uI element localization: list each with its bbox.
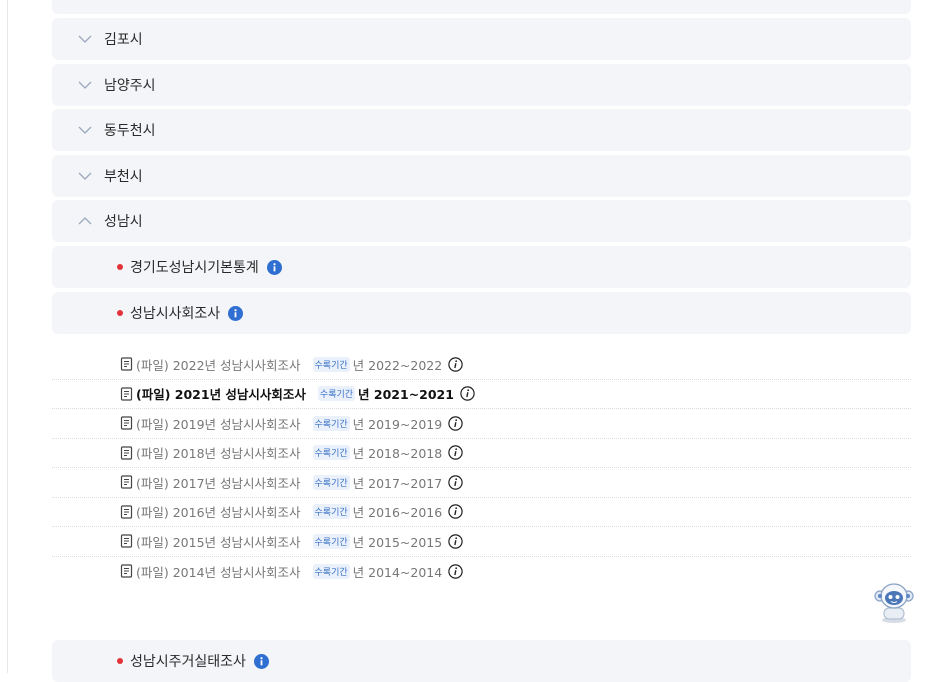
period-badge: 수록기간: [312, 445, 350, 461]
file-title: (파일) 2019년 성남시사회조사: [136, 416, 301, 432]
region-label: 성남시: [104, 214, 143, 230]
file-row[interactable]: (파일) 2015년 성남시사회조사 수록기간 년 2015~2015: [52, 527, 911, 557]
file-title: (파일) 2022년 성남시사회조사: [136, 357, 301, 373]
period-badge: 수록기간: [312, 504, 350, 520]
info-outline-icon[interactable]: [460, 386, 475, 401]
stat-item-social-survey[interactable]: 성남시사회조사: [52, 292, 911, 334]
file-period: 년 2018~2018: [352, 446, 443, 462]
file-period: 년 2022~2022: [352, 357, 443, 373]
file-row[interactable]: (파일) 2022년 성남시사회조사 수록기간 년 2022~2022: [52, 350, 911, 380]
info-outline-icon[interactable]: [448, 416, 463, 431]
stat-label: 성남시사회조사: [130, 306, 221, 322]
info-outline-icon[interactable]: [448, 564, 463, 579]
file-row[interactable]: (파일) 2017년 성남시사회조사 수록기간 년 2017~2017: [52, 468, 911, 498]
file-document-icon: [120, 475, 133, 489]
stat-label: 성남시주거실태조사: [130, 654, 246, 670]
file-row[interactable]: (파일) 2018년 성남시사회조사 수록기간 년 2018~2018: [52, 439, 911, 468]
period-badge: 수록기간: [312, 356, 350, 372]
left-border: [7, 0, 8, 673]
region-label: 남양주시: [104, 78, 156, 94]
file-title: (파일) 2014년 성남시사회조사: [136, 564, 301, 580]
chevron-down-icon: [78, 125, 92, 135]
file-document-icon: [120, 446, 133, 460]
info-outline-icon[interactable]: [448, 504, 463, 519]
bullet-dot: [117, 310, 123, 316]
info-icon[interactable]: [253, 653, 269, 669]
bullet-dot: [117, 264, 123, 270]
chatbot-mascot-icon[interactable]: [866, 582, 922, 624]
region-item-bucheon[interactable]: 부천시: [52, 155, 911, 197]
region-item-dongducheon[interactable]: 동두천시: [52, 109, 911, 151]
region-label: 부천시: [104, 169, 143, 185]
file-period: 년 2015~2015: [352, 534, 443, 550]
file-row-active[interactable]: (파일) 2021년 성남시사회조사 수록기간 년 2021~2021: [52, 380, 911, 409]
chevron-up-icon: [78, 216, 92, 226]
info-outline-icon[interactable]: [448, 534, 463, 549]
period-badge: 수록기간: [312, 415, 350, 431]
stat-label: 경기도성남시기본통계: [130, 260, 259, 276]
info-outline-icon[interactable]: [448, 475, 463, 490]
region-item-seongnam[interactable]: 성남시: [52, 200, 911, 242]
file-title: (파일) 2017년 성남시사회조사: [136, 475, 301, 491]
file-period: 년 2017~2017: [352, 475, 443, 491]
file-list: (파일) 2022년 성남시사회조사 수록기간 년 2022~2022 (파일)…: [52, 350, 911, 586]
chevron-down-icon: [78, 80, 92, 90]
file-period: 년 2016~2016: [352, 505, 443, 521]
file-document-icon: [120, 357, 133, 371]
period-badge: 수록기간: [312, 533, 350, 549]
period-badge: 수록기간: [312, 474, 350, 490]
file-row[interactable]: (파일) 2014년 성남시사회조사 수록기간 년 2014~2014: [52, 557, 911, 587]
file-document-icon: [120, 564, 133, 578]
info-outline-icon[interactable]: [448, 357, 463, 372]
file-title: (파일) 2018년 성남시사회조사: [136, 446, 301, 462]
info-outline-icon[interactable]: [448, 445, 463, 460]
file-period: 년 2019~2019: [352, 416, 443, 432]
region-item-namyangju[interactable]: 남양주시: [52, 64, 911, 106]
file-row[interactable]: (파일) 2019년 성남시사회조사 수록기간 년 2019~2019: [52, 409, 911, 439]
file-period: 년 2021~2021: [358, 387, 454, 403]
chevron-down-icon: [78, 34, 92, 44]
chevron-down-icon: [78, 171, 92, 181]
region-item-gimpo[interactable]: 김포시: [52, 18, 911, 60]
file-title: (파일) 2016년 성남시사회조사: [136, 505, 301, 521]
file-title: (파일) 2021년 성남시사회조사: [136, 387, 306, 403]
file-document-icon: [120, 534, 133, 548]
info-icon[interactable]: [266, 259, 282, 275]
file-title: (파일) 2015년 성남시사회조사: [136, 534, 301, 550]
region-item-partial[interactable]: [52, 0, 911, 14]
period-badge: 수록기간: [317, 386, 356, 402]
region-label: 김포시: [104, 32, 143, 48]
file-document-icon: [120, 505, 133, 519]
info-icon[interactable]: [228, 305, 244, 321]
period-badge: 수록기간: [312, 563, 350, 579]
stat-item-housing-survey[interactable]: 성남시주거실태조사: [52, 640, 911, 682]
file-document-icon: [120, 387, 133, 401]
region-label: 동두천시: [104, 123, 156, 139]
file-document-icon: [120, 416, 133, 430]
file-period: 년 2014~2014: [352, 564, 443, 580]
bullet-dot: [117, 658, 123, 664]
stat-item-basic[interactable]: 경기도성남시기본통계: [52, 246, 911, 288]
file-row[interactable]: (파일) 2016년 성남시사회조사 수록기간 년 2016~2016: [52, 498, 911, 527]
